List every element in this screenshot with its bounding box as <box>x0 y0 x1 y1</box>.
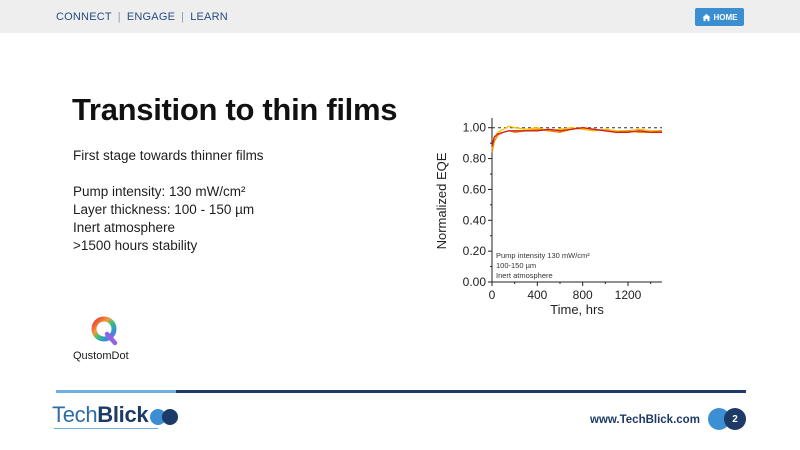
techblick-dots-icon <box>150 405 180 425</box>
body-line: Inert atmosphere <box>73 220 176 235</box>
nav-link-engage[interactable]: ENGAGE <box>127 11 175 23</box>
y-axis-label: Normalized EQE <box>434 152 449 249</box>
y-tick-label: 1.00 <box>463 121 487 135</box>
x-tick-label: 0 <box>489 288 496 302</box>
chart-annotation-line: 100-150 µm <box>496 261 536 270</box>
home-button-label: HOME <box>713 12 738 22</box>
nav-link-learn[interactable]: LEARN <box>190 11 228 23</box>
nav-separator: | <box>181 11 185 23</box>
qustomdot-logo: QustomDot <box>73 316 145 362</box>
slide-body-text: First stage towards thinner films Pump i… <box>73 147 264 255</box>
y-tick-label: 0.40 <box>463 213 487 227</box>
body-line: First stage towards thinner films <box>73 148 264 163</box>
website-link[interactable]: www.TechBlick.com <box>590 414 700 426</box>
page-number: 2 <box>724 408 746 430</box>
eqe-stability-chart: 0.00 0.20 0.40 0.60 0.80 1.00 0 400 800 1200 Time,… <box>430 108 680 333</box>
techblick-logo-underline <box>54 428 158 429</box>
y-tick-label: 0.20 <box>463 244 487 258</box>
page-number-badge: 2 <box>708 408 748 430</box>
footer-divider-light <box>56 390 176 393</box>
x-axis-label: Time, hrs <box>550 302 604 317</box>
body-line: Pump intensity: 130 mW/cm² <box>73 184 246 199</box>
chart-annotation-line: Pump intensity 130 mW/cm² <box>496 251 590 260</box>
y-tick-label: 0.00 <box>463 275 487 289</box>
slide-title: Transition to thin films <box>72 92 398 127</box>
home-icon <box>701 13 711 21</box>
qustomdot-logo-icon <box>91 316 118 346</box>
top-nav-bar: CONNECT | ENGAGE | LEARN HOME <box>0 0 800 33</box>
chart-svg: 0.00 0.20 0.40 0.60 0.80 1.00 0 400 800 1200 Time,… <box>434 118 663 317</box>
series-line-1 <box>491 125 662 150</box>
chart-annotation-line: Inert atmosphere <box>496 271 553 280</box>
qustomdot-logo-text: QustomDot <box>73 350 129 362</box>
series-line-3 <box>491 127 662 147</box>
footer-divider-dark <box>176 390 746 393</box>
body-line: Layer thickness: 100 - 150 µm <box>73 202 255 217</box>
y-tick-label: 0.60 <box>463 182 487 196</box>
body-line: >1500 hours stability <box>73 238 198 253</box>
y-tick-label: 0.80 <box>463 152 487 166</box>
nav-menu: CONNECT | ENGAGE | LEARN <box>56 11 228 23</box>
techblick-logo[interactable]: Tech Blick <box>52 402 180 428</box>
techblick-logo-blick: Blick <box>97 402 149 427</box>
nav-separator: | <box>117 11 121 23</box>
x-tick-label: 800 <box>573 288 593 302</box>
x-tick-label: 400 <box>527 288 547 302</box>
x-tick-label: 1200 <box>615 288 642 302</box>
techblick-logo-tech: Tech <box>52 402 98 427</box>
home-button[interactable]: HOME <box>695 8 744 26</box>
nav-link-connect[interactable]: CONNECT <box>56 11 112 23</box>
